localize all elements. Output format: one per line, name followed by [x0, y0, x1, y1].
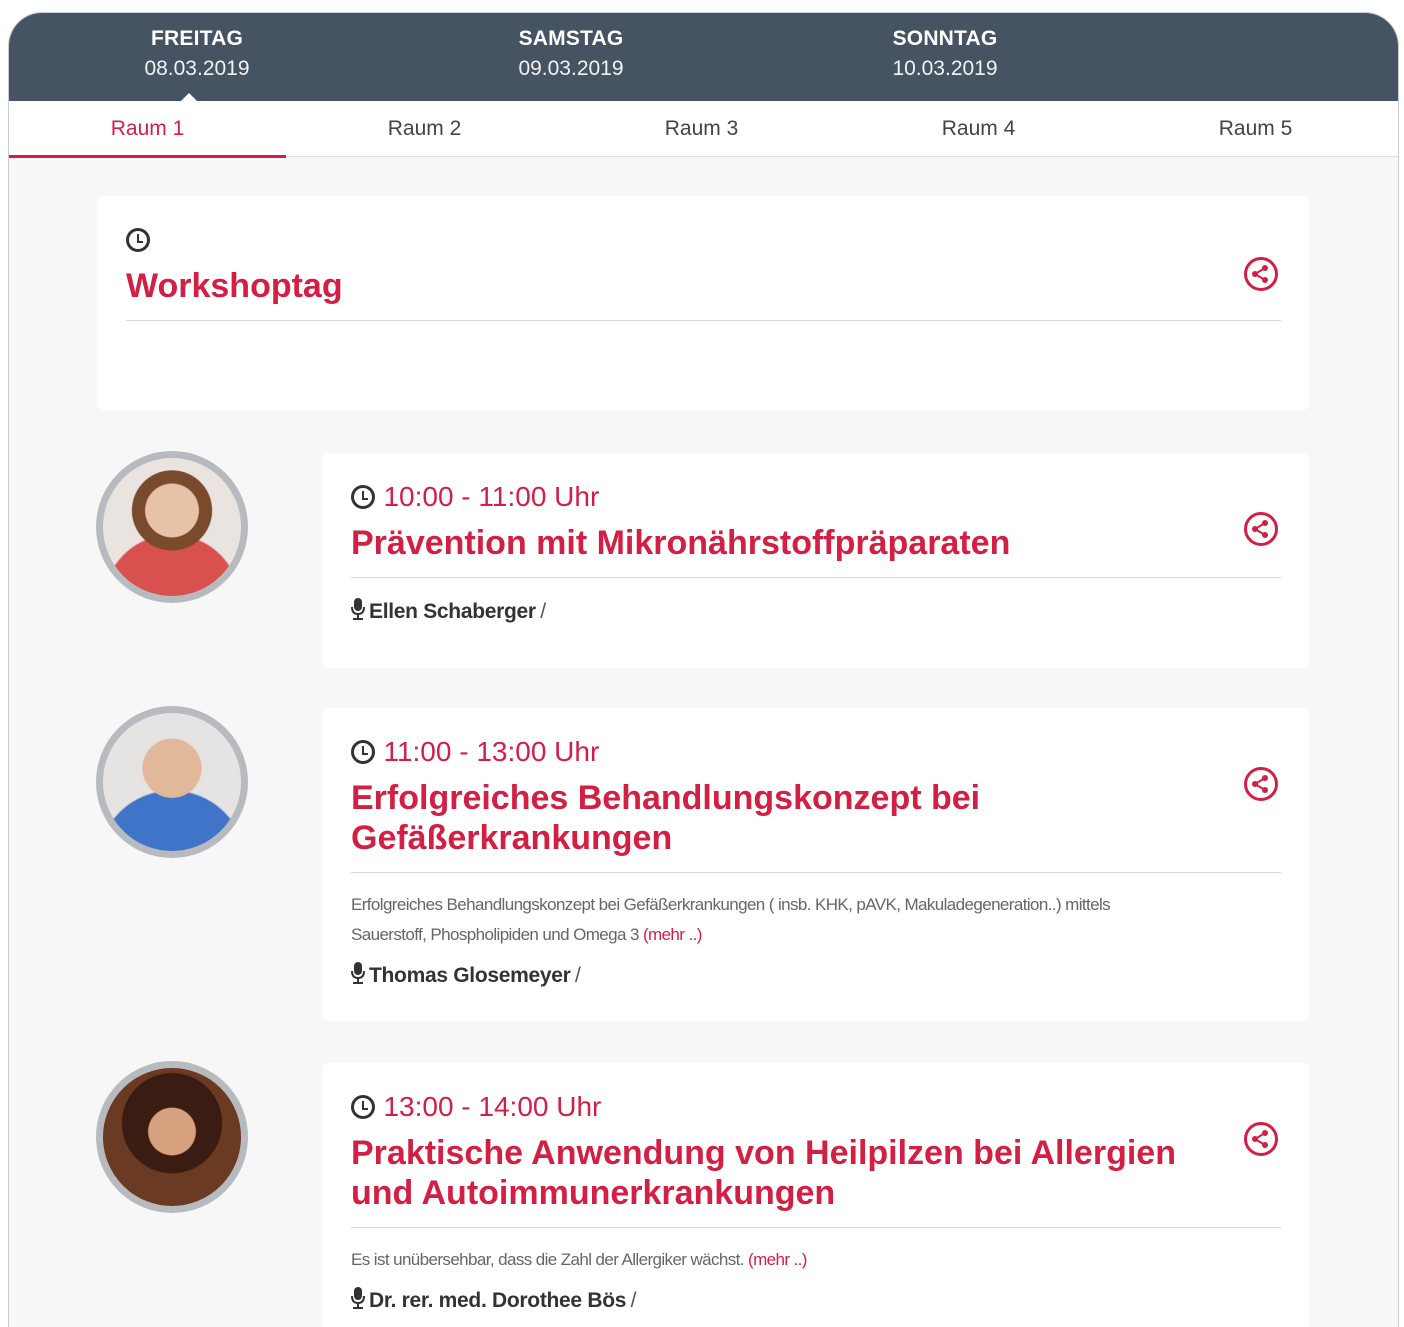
day-tab-friday[interactable]: FREITAG 08.03.2019	[77, 27, 317, 81]
clock-icon	[351, 740, 375, 764]
description-line: Sauerstoff, Phospholipiden und Omega 3 (…	[351, 920, 1271, 950]
share-icon[interactable]	[1244, 512, 1278, 546]
speaker-separator: /	[574, 964, 581, 987]
day-date: 08.03.2019	[144, 57, 250, 80]
session-time: 13:00 - 14:00 Uhr	[383, 1091, 602, 1122]
tab-room-4[interactable]: Raum 4	[840, 101, 1117, 157]
speaker-line: Thomas Glosemeyer /	[351, 962, 581, 988]
session-time: 11:00 - 13:00 Uhr	[383, 736, 600, 767]
description-text: Es ist unübersehbar, dass die Zahl der A…	[351, 1250, 745, 1269]
day-tab-saturday[interactable]: SAMSTAG 09.03.2019	[451, 27, 691, 81]
microphone-icon	[351, 598, 365, 620]
session-time: 10:00 - 11:00 Uhr	[383, 481, 600, 512]
clock-icon	[351, 1095, 375, 1119]
day-name: SONNTAG	[892, 27, 998, 50]
session-title-line: Praktische Anwendung von Heilpilzen bei …	[351, 1134, 1176, 1172]
session-card: 11:00 - 13:00 Uhr Erfolgreiches Behandlu…	[322, 708, 1309, 1021]
clock-icon	[126, 228, 150, 252]
day-title: Workshoptag	[126, 267, 343, 305]
speaker-separator: /	[540, 600, 546, 623]
tab-room-5[interactable]: Raum 5	[1117, 101, 1394, 157]
speaker-name[interactable]: Dr. rer. med. Dorothee Bös	[369, 1289, 626, 1312]
speaker-separator: /	[630, 1289, 637, 1312]
divider	[351, 872, 1281, 873]
share-icon[interactable]	[1244, 257, 1278, 291]
description-line: Erfolgreiches Behandlungskonzept bei Gef…	[351, 895, 1111, 914]
description-text: Sauerstoff, Phospholipiden und Omega 3	[351, 925, 639, 944]
avatar	[96, 706, 248, 858]
day-name: SAMSTAG	[518, 27, 624, 50]
session-title-line: Erfolgreiches Behandlungskonzept bei	[351, 779, 981, 817]
more-link[interactable]: (mehr ..)	[643, 925, 702, 944]
more-link[interactable]: (mehr ..)	[748, 1250, 807, 1269]
divider	[351, 1227, 1281, 1228]
speaker-line: Dr. rer. med. Dorothee Bös /	[351, 1287, 636, 1313]
tab-room-3[interactable]: Raum 3	[563, 101, 840, 157]
day-date: 09.03.2019	[518, 57, 624, 80]
day-header-card: Workshoptag	[97, 196, 1309, 410]
day-tab-sunday[interactable]: SONNTAG 10.03.2019	[825, 27, 1065, 81]
session-description: Erfolgreiches Behandlungskonzept bei Gef…	[351, 890, 1271, 950]
avatar	[96, 1061, 248, 1213]
speaker-name[interactable]: Ellen Schaberger	[369, 600, 536, 623]
session-title[interactable]: Praktische Anwendung von Heilpilzen bei …	[351, 1133, 1176, 1213]
share-icon[interactable]	[1244, 767, 1278, 801]
room-tab-bar: Raum 1 Raum 2 Raum 3 Raum 4 Raum 5	[9, 101, 1398, 158]
day-tab-bar: FREITAG 08.03.2019 SAMSTAG 09.03.2019 SO…	[9, 13, 1398, 101]
microphone-icon	[351, 962, 365, 984]
divider	[126, 320, 1281, 321]
microphone-icon	[351, 1287, 365, 1309]
tab-room-2[interactable]: Raum 2	[286, 101, 563, 157]
session-title[interactable]: Prävention mit Mikronährstoffpräparaten	[351, 523, 1010, 563]
speaker-name[interactable]: Thomas Glosemeyer	[369, 964, 571, 987]
tab-room-1[interactable]: Raum 1	[9, 101, 286, 158]
divider	[351, 577, 1281, 578]
session-card: 10:00 - 11:00 Uhr Prävention mit Mikronä…	[322, 453, 1309, 668]
avatar	[96, 451, 248, 603]
session-card: 13:00 - 14:00 Uhr Praktische Anwendung v…	[322, 1063, 1309, 1327]
day-name: FREITAG	[150, 27, 243, 50]
session-description: Es ist unübersehbar, dass die Zahl der A…	[351, 1245, 1271, 1275]
share-icon[interactable]	[1244, 1122, 1278, 1156]
speaker-line: Ellen Schaberger /	[351, 598, 546, 624]
clock-icon	[351, 485, 375, 509]
session-title-line: Gefäßerkrankungen	[351, 819, 673, 857]
session-title-line: und Autoimmunerkrankungen	[351, 1174, 836, 1212]
program-frame: FREITAG 08.03.2019 SAMSTAG 09.03.2019 SO…	[8, 12, 1399, 1327]
day-date: 10.03.2019	[892, 57, 998, 80]
session-title[interactable]: Erfolgreiches Behandlungskonzept bei Gef…	[351, 778, 980, 858]
active-day-caret	[181, 93, 197, 101]
